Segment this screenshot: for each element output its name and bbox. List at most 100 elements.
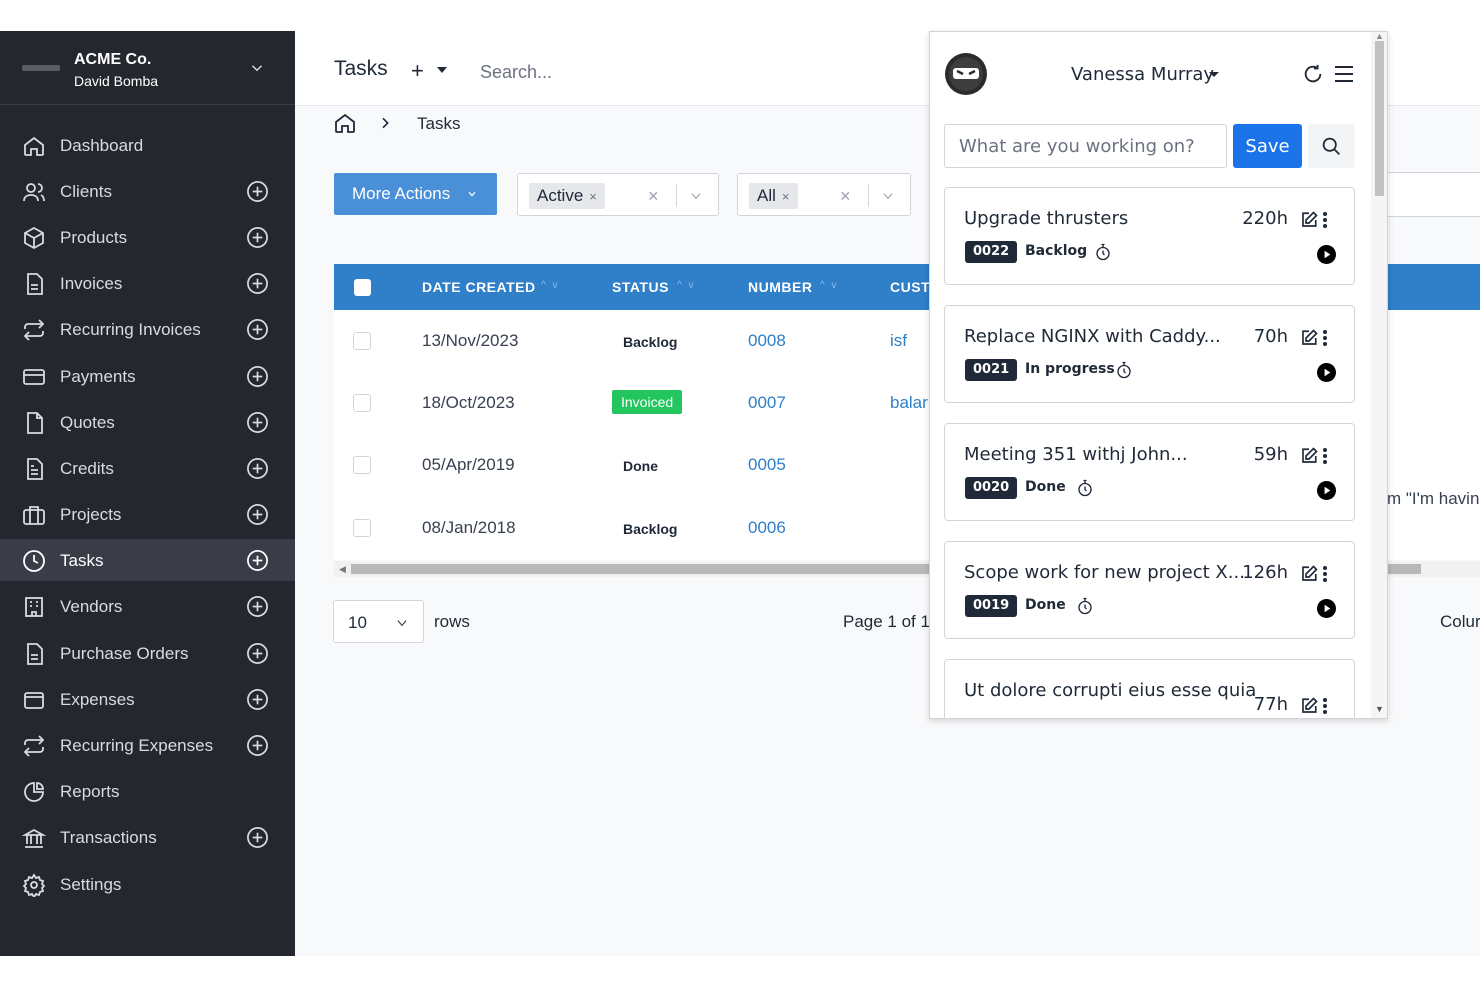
task-card[interactable]: Replace NGINX with Caddy... 70h 0021 In … (944, 305, 1355, 403)
sidebar-item-quotes[interactable]: Quotes (0, 401, 295, 443)
play-icon[interactable] (1317, 363, 1336, 382)
row-checkbox[interactable] (353, 519, 371, 537)
caret-down-icon[interactable] (437, 67, 447, 73)
more-actions-button[interactable]: More Actions (334, 173, 497, 215)
edit-icon[interactable] (1300, 329, 1318, 347)
sidebar-item-recurring-invoices[interactable]: Recurring Invoices (0, 308, 295, 350)
sidebar-item-dashboard[interactable]: Dashboard (0, 124, 295, 166)
add-circle-icon[interactable] (246, 272, 269, 295)
more-vertical-icon[interactable] (1322, 211, 1328, 229)
chevron-down-icon[interactable] (881, 189, 895, 203)
more-vertical-icon[interactable] (1322, 697, 1328, 715)
save-button[interactable]: Save (1233, 124, 1302, 168)
search-input[interactable] (480, 55, 740, 89)
more-vertical-icon[interactable] (1322, 447, 1328, 465)
play-icon[interactable] (1317, 245, 1336, 264)
task-card[interactable]: Ut dolore corrupti eius esse quia 77h (944, 659, 1355, 718)
cell-number-link[interactable]: 0008 (748, 331, 786, 351)
add-circle-icon[interactable] (246, 318, 269, 341)
company-switcher[interactable]: ACME Co. David Bomba (0, 31, 295, 105)
row-checkbox[interactable] (353, 394, 371, 412)
edit-icon[interactable] (1300, 211, 1318, 229)
client-filter[interactable]: All × × (737, 173, 911, 216)
filter-chip-all[interactable]: All × (749, 183, 798, 209)
home-icon[interactable] (333, 111, 357, 135)
column-status[interactable]: STATUS (612, 279, 669, 295)
scroll-down-icon[interactable]: ▼ (1375, 704, 1384, 714)
edit-icon[interactable] (1300, 565, 1318, 583)
task-search-button[interactable] (1308, 124, 1355, 168)
sidebar-item-purchase-orders[interactable]: Purchase Orders (0, 632, 295, 674)
add-circle-icon[interactable] (246, 226, 269, 249)
sidebar-item-recurring-expenses[interactable]: Recurring Expenses (0, 724, 295, 766)
sidebar-item-transactions[interactable]: Transactions (0, 816, 295, 858)
more-vertical-icon[interactable] (1322, 565, 1328, 583)
chevron-down-icon[interactable] (689, 189, 703, 203)
add-circle-icon[interactable] (246, 180, 269, 203)
edit-icon[interactable] (1300, 697, 1318, 715)
chip-remove-icon[interactable]: × (782, 189, 790, 204)
task-card[interactable]: Meeting 351 withj John... 59h 0020 Done (944, 423, 1355, 521)
add-circle-icon[interactable] (246, 365, 269, 388)
more-vertical-icon[interactable] (1322, 329, 1328, 347)
breadcrumb-current[interactable]: Tasks (417, 114, 460, 134)
select-all-checkbox[interactable] (354, 279, 371, 296)
sort-icon[interactable]: ^ v (541, 280, 559, 291)
cell-customer-link[interactable]: isf (890, 331, 907, 351)
task-card[interactable]: Upgrade thrusters 220h 0022 Backlog (944, 187, 1355, 285)
scrollbar-thumb[interactable] (1375, 41, 1384, 196)
sidebar-item-credits[interactable]: Credits (0, 447, 295, 489)
row-checkbox[interactable] (353, 332, 371, 350)
clear-filter-icon[interactable]: × (840, 186, 851, 207)
hamburger-menu-icon[interactable] (1334, 65, 1354, 83)
cell-number-link[interactable]: 0005 (748, 455, 786, 475)
add-circle-icon[interactable] (246, 549, 269, 572)
user-switcher[interactable]: Vanessa Murray (1071, 64, 1214, 85)
play-icon[interactable] (1317, 599, 1336, 618)
row-checkbox[interactable] (353, 456, 371, 474)
stopwatch-icon[interactable] (1115, 361, 1133, 379)
sidebar-item-tasks[interactable]: Tasks (0, 539, 295, 581)
cell-number-link[interactable]: 0007 (748, 393, 786, 413)
add-circle-icon[interactable] (246, 826, 269, 849)
add-circle-icon[interactable] (246, 734, 269, 757)
add-circle-icon[interactable] (246, 642, 269, 665)
chevron-down-icon[interactable] (248, 59, 266, 77)
stopwatch-icon[interactable] (1094, 243, 1112, 261)
status-filter[interactable]: Active × × (517, 173, 719, 216)
refresh-icon[interactable] (1302, 63, 1324, 85)
column-customer[interactable]: CUST (890, 279, 930, 295)
caret-down-icon[interactable] (1209, 72, 1219, 77)
sidebar-item-clients[interactable]: Clients (0, 170, 295, 212)
add-circle-icon[interactable] (246, 503, 269, 526)
stopwatch-icon[interactable] (1076, 597, 1094, 615)
cell-customer-link[interactable]: balar (890, 393, 928, 413)
column-number[interactable]: NUMBER (748, 279, 812, 295)
stopwatch-icon[interactable] (1076, 479, 1094, 497)
add-circle-icon[interactable] (246, 411, 269, 434)
vertical-scrollbar[interactable]: ▲ ▼ (1371, 32, 1387, 718)
sort-icon[interactable]: ^ v (820, 280, 838, 291)
sidebar-item-reports[interactable]: Reports (0, 770, 295, 812)
sidebar-item-vendors[interactable]: Vendors (0, 585, 295, 627)
work-description-input[interactable] (944, 124, 1227, 168)
sidebar-item-projects[interactable]: Projects (0, 493, 295, 535)
task-card[interactable]: Scope work for new project X... 126h 001… (944, 541, 1355, 639)
filter-chip-active[interactable]: Active × (529, 183, 605, 209)
columns-button[interactable]: Colur (1440, 612, 1480, 632)
table-search-field[interactable] (1387, 172, 1480, 217)
play-icon[interactable] (1317, 481, 1336, 500)
clear-filter-icon[interactable]: × (648, 186, 659, 207)
add-circle-icon[interactable] (246, 457, 269, 480)
sidebar-item-products[interactable]: Products (0, 216, 295, 258)
scroll-up-icon[interactable]: ▲ (1375, 32, 1384, 41)
sidebar-item-expenses[interactable]: Expenses (0, 678, 295, 720)
scroll-left-icon[interactable]: ◀ (339, 564, 346, 575)
cell-number-link[interactable]: 0006 (748, 518, 786, 538)
add-circle-icon[interactable] (246, 688, 269, 711)
add-task-button[interactable]: + (411, 58, 424, 84)
column-date-created[interactable]: DATE CREATED (422, 279, 536, 295)
sidebar-item-settings[interactable]: Settings (0, 863, 295, 905)
sort-icon[interactable]: ^ v (677, 280, 695, 291)
sidebar-item-payments[interactable]: Payments (0, 355, 295, 397)
